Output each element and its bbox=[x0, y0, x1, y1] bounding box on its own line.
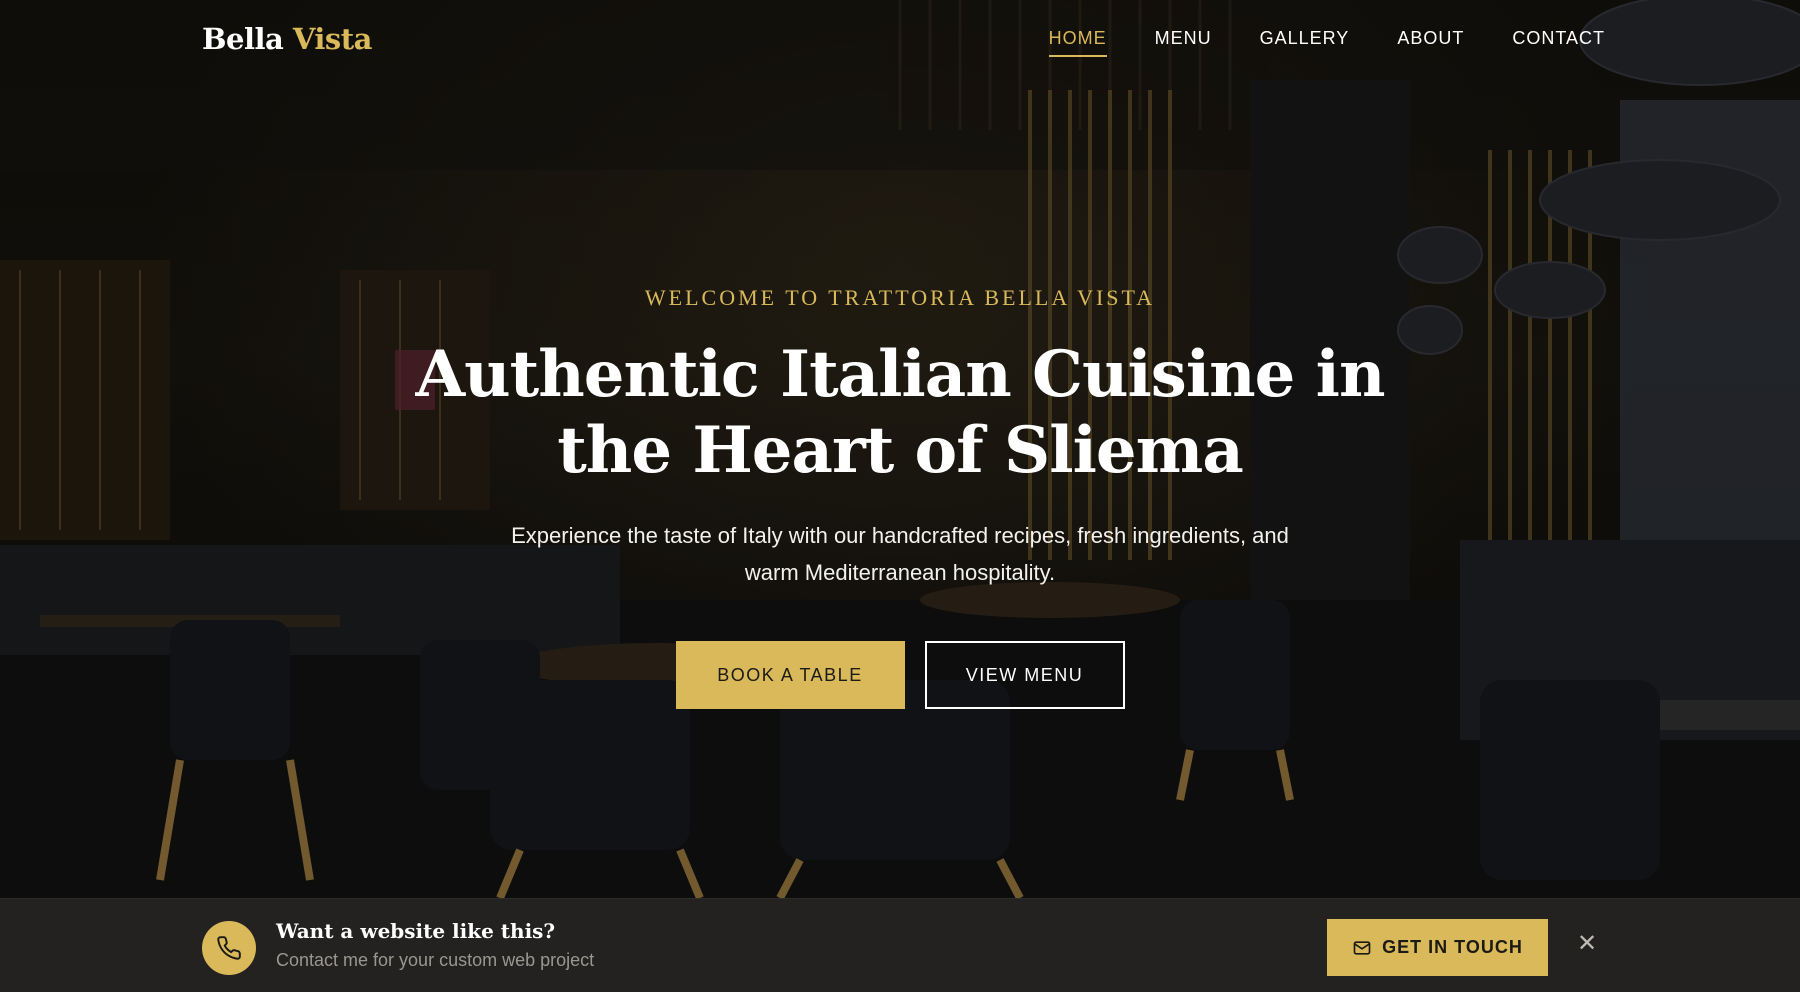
main-nav: HOME MENU GALLERY ABOUT CONTACT bbox=[1048, 28, 1605, 57]
get-in-touch-label: GET IN TOUCH bbox=[1382, 937, 1523, 957]
book-table-button[interactable]: BOOK A TABLE bbox=[675, 641, 905, 709]
hero-headline: Authentic Italian Cuisine in the Heart o… bbox=[0, 337, 1800, 489]
close-icon[interactable]: ✕ bbox=[1576, 932, 1598, 956]
mail-icon bbox=[1353, 940, 1371, 955]
view-menu-button[interactable]: VIEW MENU bbox=[924, 641, 1125, 709]
brand-name-second: Vista bbox=[292, 22, 373, 56]
hero-headline-line2: the Heart of Sliema bbox=[557, 413, 1244, 488]
phone-icon bbox=[202, 921, 256, 975]
promo-title: Want a website like this? bbox=[276, 919, 556, 943]
nav-item-menu[interactable]: MENU bbox=[1155, 28, 1212, 57]
promo-subtitle: Contact me for your custom web project bbox=[276, 950, 595, 970]
hero-subtext-line1: Experience the taste of Italy with our h… bbox=[511, 523, 1289, 548]
hero-content: WELCOME TO TRATTORIA BELLA VISTA Authent… bbox=[0, 285, 1800, 709]
brand-name-first: Bella bbox=[202, 22, 284, 56]
nav-item-home[interactable]: HOME bbox=[1048, 28, 1107, 57]
nav-item-gallery[interactable]: GALLERY bbox=[1260, 28, 1350, 57]
get-in-touch-button[interactable]: GET IN TOUCH bbox=[1327, 919, 1548, 976]
nav-item-contact[interactable]: CONTACT bbox=[1512, 28, 1605, 57]
hero-headline-line1: Authentic Italian Cuisine in bbox=[415, 337, 1385, 412]
brand-logo[interactable]: Bella Vista bbox=[202, 22, 372, 56]
top-navbar: Bella Vista HOME MENU GALLERY ABOUT CONT… bbox=[0, 0, 1800, 84]
promo-bar: Want a website like this? Contact me for… bbox=[0, 898, 1800, 992]
hero-cta-row: BOOK A TABLE VIEW MENU bbox=[0, 641, 1800, 709]
hero-subtext-line2: warm Mediterranean hospitality. bbox=[744, 560, 1056, 585]
hero-subtext: Experience the taste of Italy with our h… bbox=[450, 517, 1350, 591]
hero-eyebrow: WELCOME TO TRATTORIA BELLA VISTA bbox=[644, 285, 1156, 310]
nav-item-about[interactable]: ABOUT bbox=[1397, 28, 1464, 57]
